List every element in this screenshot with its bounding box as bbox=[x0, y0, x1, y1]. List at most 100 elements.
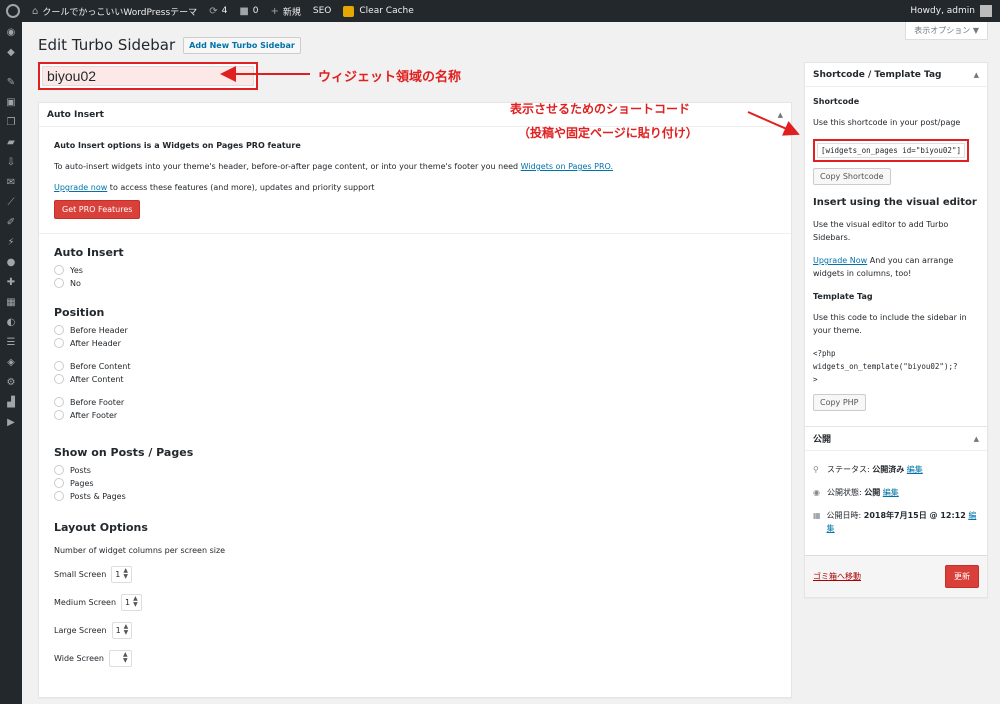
comments-icon[interactable]: ▰ bbox=[0, 132, 22, 152]
gear-icon[interactable]: ⚙ bbox=[0, 372, 22, 392]
refresh-icon: ⟳ bbox=[209, 5, 218, 17]
radio-button[interactable] bbox=[54, 325, 64, 335]
comments-link[interactable]: ■ 0 bbox=[233, 0, 264, 22]
radio-button[interactable] bbox=[54, 278, 64, 288]
radio-pages[interactable]: Pages bbox=[54, 478, 776, 488]
radio-before-header[interactable]: Before Header bbox=[54, 325, 776, 335]
collapse-arrow-icon[interactable]: ▲ bbox=[974, 71, 979, 79]
plugins-icon[interactable]: ⚡ bbox=[0, 232, 22, 252]
collapse-arrow-icon[interactable]: ▲ bbox=[778, 111, 783, 119]
publish-box-header[interactable]: 公開 ▲ bbox=[805, 427, 987, 451]
large-screen-label: Large Screen bbox=[54, 625, 107, 635]
select-arrows-icon: ▲ ▼ bbox=[123, 651, 128, 664]
edit-status-link[interactable]: 編集 bbox=[907, 465, 923, 474]
chart-icon[interactable]: ⟋ bbox=[0, 192, 22, 212]
pro-feature-note: Auto Insert options is a Widgets on Page… bbox=[54, 141, 301, 150]
list-icon[interactable]: ☰ bbox=[0, 332, 22, 352]
page-heading: Edit Turbo Sidebar Add New Turbo Sidebar bbox=[38, 36, 301, 54]
appearance-icon[interactable]: ✐ bbox=[0, 212, 22, 232]
new-label: 新規 bbox=[282, 7, 301, 18]
widgets-on-pages-pro-link[interactable]: Widgets on Pages PRO. bbox=[521, 162, 613, 171]
wide-screen-select[interactable]: ▲ ▼ bbox=[109, 649, 132, 667]
radio-label: Posts & Pages bbox=[70, 491, 126, 501]
title-highlight: biyou02 bbox=[38, 62, 258, 90]
visibility-label: 公開状態: bbox=[827, 488, 865, 497]
download-icon[interactable]: ⇩ bbox=[0, 152, 22, 172]
add-new-turbo-sidebar-button[interactable]: Add New Turbo Sidebar bbox=[183, 36, 301, 54]
new-content-menu[interactable]: + 新規 bbox=[265, 0, 307, 22]
copy-php-button[interactable]: Copy PHP bbox=[813, 394, 866, 411]
wp-logo-menu[interactable] bbox=[0, 0, 26, 22]
layout-options-description: Number of widget columns per screen size bbox=[54, 546, 226, 555]
select-value: 1 bbox=[125, 597, 131, 607]
title-input[interactable]: biyou02 bbox=[42, 66, 254, 86]
small-screen-label: Small Screen bbox=[54, 569, 107, 579]
page-title: Edit Turbo Sidebar bbox=[38, 36, 176, 54]
updates-link[interactable]: ⟳ 4 bbox=[203, 0, 233, 22]
update-button[interactable]: 更新 bbox=[945, 565, 979, 588]
annotation-shortcode-note-1: 表示させるためのショートコード bbox=[510, 102, 691, 116]
radio-button[interactable] bbox=[54, 491, 64, 501]
shortcode-box: Shortcode / Template Tag ▲ Shortcode Use … bbox=[804, 62, 988, 438]
get-pro-features-button[interactable]: Get PRO Features bbox=[54, 200, 141, 219]
radio-label: Pages bbox=[70, 478, 94, 488]
radio-before-content[interactable]: Before Content bbox=[54, 361, 776, 371]
radio-label: After Header bbox=[70, 338, 121, 348]
mail-icon[interactable]: ✉ bbox=[0, 172, 22, 192]
media-icon[interactable]: ▣ bbox=[0, 92, 22, 112]
radio-label: Before Footer bbox=[70, 397, 125, 407]
tools-icon[interactable]: ✚ bbox=[0, 272, 22, 292]
medium-screen-label: Medium Screen bbox=[54, 597, 117, 607]
radio-button[interactable] bbox=[54, 478, 64, 488]
collapse-icon[interactable]: ▶ bbox=[0, 412, 22, 432]
move-to-trash-link[interactable]: ゴミ箱へ移動 bbox=[813, 571, 861, 582]
cache-icon bbox=[343, 5, 355, 17]
users-icon[interactable]: ● bbox=[0, 252, 22, 272]
shortcode-box-header[interactable]: Shortcode / Template Tag ▲ bbox=[805, 63, 987, 87]
medium-screen-row: Medium Screen 1 ▲ ▼ bbox=[54, 593, 776, 611]
site-name-link[interactable]: ⌂ クールでかっこいいWordPressテーマ bbox=[26, 0, 203, 22]
radio-button[interactable] bbox=[54, 374, 64, 384]
radio-button[interactable] bbox=[54, 338, 64, 348]
radio-button[interactable] bbox=[54, 265, 64, 275]
radio-no[interactable]: No bbox=[54, 278, 776, 288]
radio-yes[interactable]: Yes bbox=[54, 265, 776, 275]
radio-after-content[interactable]: After Content bbox=[54, 374, 776, 384]
radio-button[interactable] bbox=[54, 465, 64, 475]
radio-label: Before Content bbox=[70, 361, 131, 371]
upgrade-now-link-side[interactable]: Upgrade Now bbox=[813, 256, 867, 265]
radio-button[interactable] bbox=[54, 397, 64, 407]
plugin-color-icon[interactable]: ◐ bbox=[0, 312, 22, 332]
radio-posts-and-pages[interactable]: Posts & Pages bbox=[54, 491, 776, 501]
edit-visibility-link[interactable]: 編集 bbox=[883, 488, 899, 497]
small-screen-select[interactable]: 1 ▲ ▼ bbox=[111, 565, 132, 583]
radio-after-footer[interactable]: After Footer bbox=[54, 410, 776, 420]
dashboard-icon[interactable]: ◉ bbox=[0, 22, 22, 42]
date-label: 公開日時: bbox=[826, 511, 864, 520]
stats-icon[interactable]: ▟ bbox=[0, 392, 22, 412]
radio-before-footer[interactable]: Before Footer bbox=[54, 397, 776, 407]
pages-icon[interactable]: ❐ bbox=[0, 112, 22, 132]
screen-options-button[interactable]: 表示オプション ▼ bbox=[905, 22, 988, 40]
clear-cache-button[interactable]: Clear Cache bbox=[337, 0, 419, 22]
content-area: 表示オプション ▼ Edit Turbo Sidebar Add New Tur… bbox=[22, 22, 1000, 704]
shield-icon[interactable]: ◆ bbox=[0, 42, 22, 62]
radio-posts[interactable]: Posts bbox=[54, 465, 776, 475]
my-account-menu[interactable]: Howdy, admin bbox=[910, 5, 1000, 17]
large-screen-select[interactable]: 1 ▲ ▼ bbox=[111, 621, 133, 639]
upgrade-now-link[interactable]: Upgrade now bbox=[54, 183, 107, 192]
lion-icon[interactable]: ◈ bbox=[0, 352, 22, 372]
wide-screen-row: Wide Screen ▲ ▼ bbox=[54, 649, 776, 667]
collapse-arrow-icon[interactable]: ▲ bbox=[974, 435, 979, 443]
shortcode-field[interactable]: [widgets_on_pages id="biyou02"] bbox=[817, 143, 965, 158]
radio-after-header[interactable]: After Header bbox=[54, 338, 776, 348]
settings-grid-icon[interactable]: ▦ bbox=[0, 292, 22, 312]
medium-screen-select[interactable]: 1 ▲ ▼ bbox=[121, 593, 142, 611]
pin-icon[interactable]: ✎ bbox=[0, 72, 22, 92]
shortcode-highlight: [widgets_on_pages id="biyou02"] bbox=[813, 139, 969, 162]
upgrade-text: Upgrade now to access these features (an… bbox=[54, 183, 776, 192]
radio-button[interactable] bbox=[54, 361, 64, 371]
copy-shortcode-button[interactable]: Copy Shortcode bbox=[813, 168, 891, 185]
seo-menu[interactable]: SEO bbox=[307, 0, 337, 22]
radio-button[interactable] bbox=[54, 410, 64, 420]
